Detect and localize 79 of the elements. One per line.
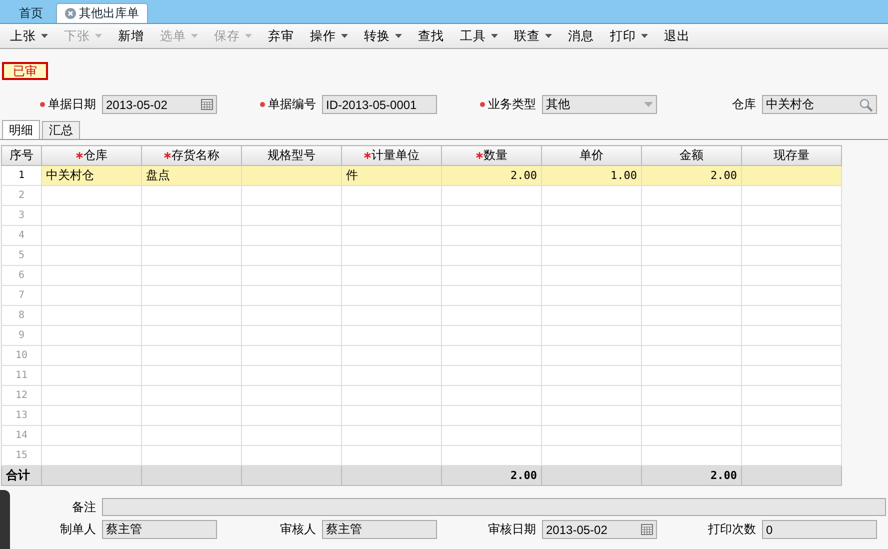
table-cell: 1.00 bbox=[610, 169, 637, 182]
dropdown-field[interactable]: 其他 bbox=[542, 95, 657, 114]
toolbar-button[interactable]: 工具 bbox=[452, 28, 506, 44]
toolbar-button[interactable]: 弃审 bbox=[260, 28, 302, 44]
table-cell: 2.00 bbox=[710, 169, 737, 182]
date-field[interactable]: 2013-05-02 bbox=[102, 95, 217, 114]
table-cell: 2.00 bbox=[510, 169, 537, 182]
input-field[interactable]: 中关村仓 bbox=[762, 95, 877, 114]
date-field[interactable]: 2013-05-02 bbox=[542, 520, 657, 539]
column-header: 序号 bbox=[2, 146, 42, 166]
table-cell: 盘点 bbox=[146, 168, 170, 182]
toolbar-button[interactable]: 退出 bbox=[656, 28, 698, 44]
input-field[interactable]: 0 bbox=[762, 520, 877, 539]
caret-icon[interactable] bbox=[41, 34, 48, 38]
toolbar-button[interactable]: 上张 bbox=[2, 28, 56, 44]
caret-icon[interactable] bbox=[491, 34, 498, 38]
column-header: 仓库 bbox=[42, 146, 142, 166]
tab[interactable]: 明细 bbox=[2, 120, 40, 139]
total-cell: 2.00 bbox=[510, 469, 537, 482]
column-header: 金额 bbox=[642, 146, 742, 166]
row-number: 12 bbox=[15, 390, 28, 401]
tab[interactable]: 其他出库单 bbox=[56, 3, 148, 23]
row-number: 14 bbox=[15, 430, 28, 441]
row-number: 4 bbox=[18, 230, 25, 241]
row-number: 15 bbox=[15, 450, 28, 461]
close-icon[interactable] bbox=[65, 8, 76, 19]
column-header: 现存量 bbox=[742, 146, 842, 166]
field-label: 打印次数 bbox=[707, 521, 756, 538]
caret-icon[interactable] bbox=[641, 34, 648, 38]
calendar-icon[interactable] bbox=[201, 99, 213, 110]
column-header: 计量单位 bbox=[342, 146, 442, 166]
row-number: 2 bbox=[18, 190, 25, 201]
field-label: 仓库 bbox=[731, 96, 756, 113]
row-number: 7 bbox=[18, 290, 25, 301]
toolbar-button[interactable]: 转换 bbox=[356, 28, 410, 44]
row-number: 6 bbox=[18, 270, 25, 281]
table-row[interactable]: 1 中关村仓 盘点 件 2.00 1.00 2.00 bbox=[2, 166, 842, 186]
toolbar-button[interactable]: 打印 bbox=[602, 28, 656, 44]
status-stamp: 已审 bbox=[2, 62, 48, 80]
tab[interactable]: 汇总 bbox=[42, 121, 80, 139]
row-number: 11 bbox=[15, 370, 28, 381]
total-cell: 2.00 bbox=[710, 469, 737, 482]
row-number: 5 bbox=[18, 250, 25, 261]
column-header: 数量 bbox=[442, 146, 542, 166]
total-label: 合计 bbox=[6, 468, 30, 482]
table-cell: 中关村仓 bbox=[46, 168, 94, 182]
row-number: 3 bbox=[18, 210, 25, 221]
field-label: 备注 bbox=[71, 498, 96, 516]
toolbar-button[interactable]: 操作 bbox=[302, 28, 356, 44]
caret-icon[interactable] bbox=[341, 34, 348, 38]
caret-icon[interactable] bbox=[395, 34, 402, 38]
field-label: 单据编号 bbox=[220, 96, 316, 113]
toolbar-button[interactable]: 联查 bbox=[506, 28, 560, 44]
toolbar-button[interactable]: 查找 bbox=[410, 28, 452, 44]
tab[interactable]: 首页 bbox=[10, 3, 52, 23]
toolbar-button[interactable]: 消息 bbox=[560, 28, 602, 44]
input-field[interactable]: 蔡主管 bbox=[322, 520, 437, 539]
field-label: 单据日期 bbox=[0, 96, 96, 113]
toolbar-button[interactable]: 新增 bbox=[110, 28, 152, 44]
input-field[interactable]: ID-2013-05-0001 bbox=[322, 95, 437, 114]
search-icon[interactable] bbox=[859, 98, 873, 112]
column-header: 单价 bbox=[542, 146, 642, 166]
input-field[interactable] bbox=[102, 498, 886, 516]
field-label: 制单人 bbox=[59, 521, 96, 538]
caret-icon[interactable] bbox=[545, 34, 552, 38]
row-number: 9 bbox=[18, 330, 25, 341]
row-number: 1 bbox=[18, 170, 25, 181]
table-cell: 件 bbox=[346, 168, 358, 182]
input-field[interactable]: 蔡主管 bbox=[102, 520, 217, 539]
field-label: 审核人 bbox=[279, 521, 316, 538]
column-header: 规格型号 bbox=[242, 146, 342, 166]
side-handle[interactable] bbox=[0, 490, 10, 549]
column-header: 存货名称 bbox=[142, 146, 242, 166]
row-number: 13 bbox=[15, 410, 28, 421]
field-label: 审核日期 bbox=[487, 521, 536, 538]
row-number: 10 bbox=[15, 350, 28, 361]
calendar-icon[interactable] bbox=[641, 524, 653, 535]
field-label: 业务类型 bbox=[440, 96, 536, 113]
row-number: 8 bbox=[18, 310, 25, 321]
